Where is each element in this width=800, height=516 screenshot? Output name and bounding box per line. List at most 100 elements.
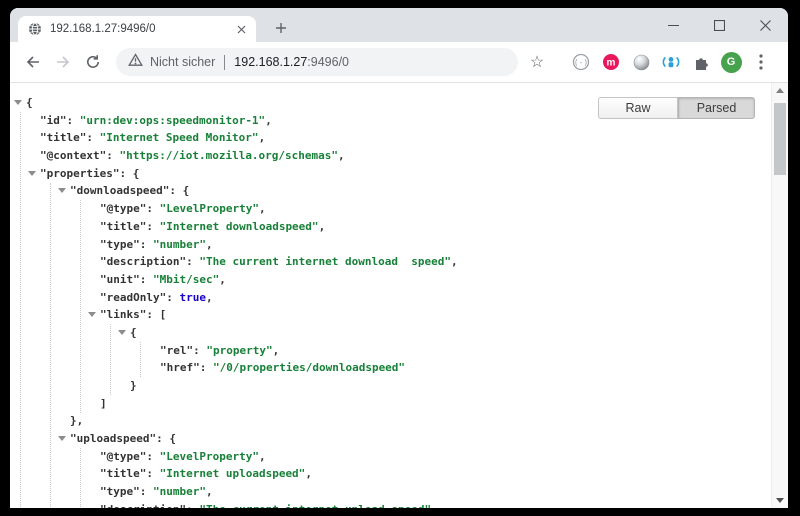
json-punct: ,: [273, 344, 280, 357]
profile-avatar[interactable]: G: [716, 47, 746, 77]
collapse-caret-icon[interactable]: [58, 436, 66, 441]
svg-text:(-): (-): [574, 58, 588, 67]
json-punct: ,: [319, 220, 326, 233]
json-punct: :: [186, 255, 199, 268]
json-punct: :: [140, 485, 153, 498]
json-punct: {: [130, 326, 137, 339]
scroll-down-arrow-icon[interactable]: [776, 498, 784, 503]
scrollbar-thumb[interactable]: [774, 103, 786, 175]
json-punct: :: [106, 149, 119, 162]
avatar-initial: G: [727, 56, 736, 68]
json-punct: :: [140, 238, 153, 251]
extension-json-viewer-icon[interactable]: (-): [566, 47, 596, 77]
extension-sphere-icon[interactable]: [626, 47, 656, 77]
json-punct: : {: [169, 184, 189, 197]
reload-button[interactable]: [78, 47, 108, 77]
json-line: "title": "Internet Speed Monitor",: [10, 129, 771, 147]
browser-toolbar: Nicht sicher 192.168.1.27:9496/0 ☆ (-) m…: [10, 42, 788, 83]
json-key: "title": [100, 467, 146, 480]
json-line: "@context": "https://iot.mozilla.org/sch…: [10, 147, 771, 165]
url-host: 192.168.1.27: [234, 55, 307, 69]
json-string: "LevelProperty": [160, 450, 259, 463]
scroll-up-arrow-icon[interactable]: [776, 88, 784, 93]
json-line: "href": "/0/properties/downloadspeed": [10, 359, 771, 377]
json-line: "title": "Internet uploadspeed",: [10, 465, 771, 483]
close-window-button[interactable]: [742, 8, 788, 42]
parsed-button[interactable]: Parsed: [678, 97, 755, 119]
json-punct: :: [86, 131, 99, 144]
json-line: "uploadspeed": {: [10, 430, 771, 448]
collapse-caret-icon[interactable]: [88, 312, 96, 317]
maximize-button[interactable]: [696, 8, 742, 42]
json-line: "unit": "Mbit/sec",: [10, 271, 771, 289]
json-key: "description": [100, 255, 186, 268]
window-controls: [650, 8, 788, 42]
json-punct: {: [26, 96, 33, 109]
collapse-caret-icon[interactable]: [58, 188, 66, 193]
json-line: },: [10, 412, 771, 430]
json-key: "title": [100, 220, 146, 233]
collapse-caret-icon[interactable]: [118, 330, 126, 335]
json-line: "type": "number",: [10, 236, 771, 254]
extension-pink-m-icon[interactable]: m: [596, 47, 626, 77]
json-string: "Mbit/sec": [153, 273, 219, 286]
json-punct: :: [200, 361, 213, 374]
json-line: "title": "Internet downloadspeed",: [10, 218, 771, 236]
new-tab-button[interactable]: [268, 15, 294, 41]
json-line: "rel": "property",: [10, 342, 771, 360]
json-string: "property": [206, 344, 272, 357]
security-label[interactable]: Nicht sicher: [150, 55, 215, 69]
json-key: "description": [100, 503, 186, 508]
back-button[interactable]: [18, 47, 48, 77]
json-string: "urn:dev:ops:speedmonitor-1": [80, 114, 265, 127]
json-punct: :: [186, 503, 199, 508]
browser-tab[interactable]: 192.168.1.27:9496/0: [18, 16, 256, 42]
bookmark-star-icon[interactable]: ☆: [522, 47, 552, 77]
address-divider: [224, 55, 225, 70]
json-punct: ,: [305, 467, 312, 480]
collapse-caret-icon[interactable]: [14, 100, 22, 105]
minimize-button[interactable]: [650, 8, 696, 42]
raw-button[interactable]: Raw: [598, 97, 678, 119]
json-tree: {"id": "urn:dev:ops:speedmonitor-1","tit…: [10, 83, 771, 508]
json-punct: :: [146, 220, 159, 233]
json-string: "The current internet download speed": [199, 255, 451, 268]
extensions-puzzle-icon[interactable]: [686, 47, 716, 77]
forward-button[interactable]: [48, 47, 78, 77]
json-punct: ,: [206, 238, 213, 251]
json-key: "readOnly": [100, 291, 166, 304]
json-line: "readOnly": true,: [10, 289, 771, 307]
url-text[interactable]: 192.168.1.27:9496/0: [234, 55, 349, 69]
tab-strip: 192.168.1.27:9496/0: [10, 8, 788, 42]
json-punct: },: [70, 414, 83, 427]
json-punct: : {: [156, 432, 176, 445]
json-line: "description": "The current internet dow…: [10, 253, 771, 271]
json-punct: : [: [146, 308, 166, 321]
screenshot-root: { "tab": { "title": "192.168.1.27:9496/0…: [0, 0, 800, 516]
tab-close-icon[interactable]: [232, 20, 250, 38]
json-punct: ,: [451, 255, 458, 268]
json-key: "type": [100, 238, 140, 251]
svg-text:m: m: [607, 58, 616, 69]
view-toggle: Raw Parsed: [598, 97, 755, 119]
collapse-caret-icon[interactable]: [28, 171, 36, 176]
chrome-menu-icon[interactable]: [746, 47, 776, 77]
browser-window: 192.168.1.27:9496/0: [10, 8, 788, 508]
json-punct: :: [67, 114, 80, 127]
json-key: "@type": [100, 450, 146, 463]
json-key: "unit": [100, 273, 140, 286]
address-bar[interactable]: Nicht sicher 192.168.1.27:9496/0: [116, 48, 518, 76]
json-punct: ,: [265, 114, 272, 127]
not-secure-warning-icon[interactable]: [128, 53, 143, 72]
json-line: "@type": "LevelProperty",: [10, 200, 771, 218]
url-path: :9496/0: [307, 55, 349, 69]
vertical-scrollbar[interactable]: [771, 83, 788, 508]
json-key: "downloadspeed": [70, 184, 169, 197]
json-string: "The current internet upload speed": [199, 503, 431, 508]
json-key: "href": [160, 361, 200, 374]
json-punct: :: [146, 202, 159, 215]
json-key: "uploadspeed": [70, 432, 156, 445]
json-string: "/0/properties/downloadspeed": [213, 361, 405, 374]
extension-blue-bot-icon[interactable]: [656, 47, 686, 77]
json-punct: ,: [259, 202, 266, 215]
